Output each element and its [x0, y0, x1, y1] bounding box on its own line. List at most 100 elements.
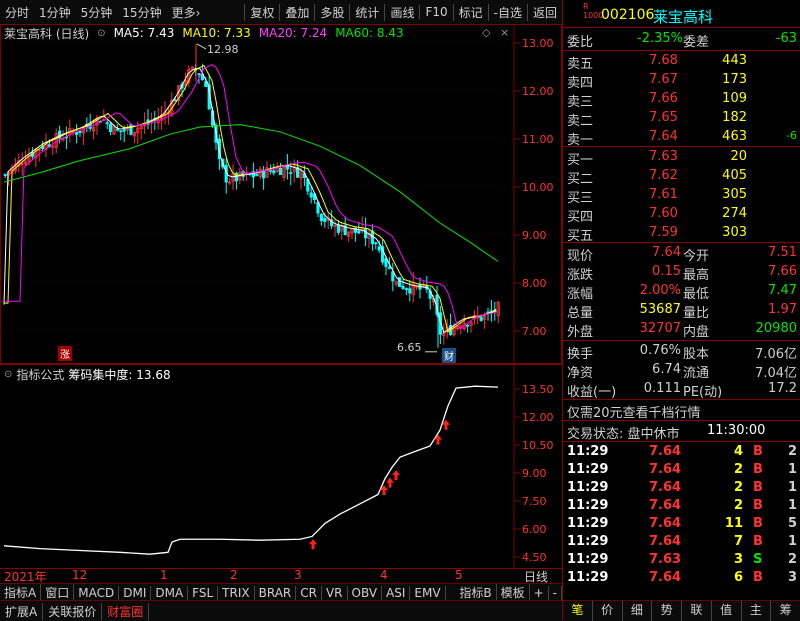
stock-name: 莱宝高科	[653, 8, 714, 26]
indicator-tab-4[interactable]: DMA	[151, 585, 189, 600]
candle-body	[289, 172, 293, 174]
period-tab-2[interactable]: 5分钟	[76, 4, 118, 21]
toolbar-button-7[interactable]: -自选	[487, 3, 527, 21]
candles	[3, 63, 500, 345]
price-axis-label: 8.00	[522, 277, 547, 290]
toolbar-button-4[interactable]: 画线	[384, 3, 419, 21]
candlestick-chart[interactable]: 13.00 12.00 11.00 10.00 9.00 8.00 7.00	[0, 24, 562, 364]
zhang-badge: 涨	[58, 346, 72, 361]
panel-tab-6[interactable]: 主	[742, 601, 772, 621]
weicha-label: 委差	[683, 35, 710, 50]
panel-bottom-tabs: 笔价细势联值主筹	[563, 600, 800, 621]
panel-tab-2[interactable]: 细	[623, 601, 653, 621]
candle-body	[323, 217, 327, 222]
indicator-tab-1[interactable]: 窗口	[41, 584, 75, 601]
toolbar-button-0[interactable]: 复权	[244, 3, 279, 21]
indicator-tab-15[interactable]: +	[530, 585, 549, 600]
stat-label: 净资	[567, 366, 594, 381]
period-tab-1[interactable]: 1分钟	[34, 4, 76, 21]
candle-body	[119, 130, 123, 133]
tick-row-4: 11:29 7.64 11 B 5	[563, 515, 800, 534]
panel-tab-4[interactable]: 联	[682, 601, 712, 621]
sell-level-volume: 443	[722, 53, 747, 68]
panel-tab-7[interactable]: 筹	[771, 601, 800, 621]
sell-level-volume: 182	[722, 110, 747, 125]
buy-level-volume: 405	[722, 168, 747, 183]
price-axis-label: 7.00	[522, 325, 547, 338]
panel-tab-0[interactable]: 笔	[563, 601, 593, 621]
toolbar-button-8[interactable]: 返回	[526, 3, 562, 21]
period-tab-4[interactable]: 更多›	[167, 4, 206, 21]
candle-body	[255, 173, 259, 176]
toolbar-button-5[interactable]: F10	[419, 5, 452, 19]
tick-count: 3	[787, 570, 797, 585]
panel-tab-1[interactable]: 价	[593, 601, 623, 621]
tick-side: B	[753, 570, 763, 585]
stat-label: 股本	[683, 347, 710, 362]
candle-body	[397, 277, 402, 287]
indicator-tab-14[interactable]: 模板	[497, 584, 530, 601]
status-item-2[interactable]: 财富圈	[102, 602, 150, 620]
period-tab-0[interactable]: 分时	[0, 4, 34, 21]
status-item-1[interactable]: 关联报价	[43, 602, 103, 620]
indicator-tab-16[interactable]: -	[549, 585, 562, 600]
buy-level-price: 7.62	[649, 168, 678, 183]
chip-concentration-chart[interactable]: 13.50 12.00 10.50 9.00 7.50 6.00 4.50	[0, 364, 562, 568]
stat-row-2: 收益(一) 0.111 PE(动) 17.2	[563, 380, 800, 400]
buy-level-label: 买一	[567, 153, 594, 168]
tick-price: 7.64	[649, 498, 682, 513]
toolbar-button-6[interactable]: 标记	[452, 3, 488, 21]
stat-label: PE(动)	[683, 385, 723, 400]
buy-signal-arrow	[434, 434, 442, 445]
indicator-tab-13[interactable]: 指标B	[455, 584, 497, 601]
tick-side: B	[753, 444, 763, 459]
toolbar-button-3[interactable]: 统计	[349, 3, 384, 21]
stat-value: 7.06亿	[755, 347, 797, 362]
panel-tab-5[interactable]: 值	[712, 601, 742, 621]
sell-level-volume: 109	[722, 91, 747, 106]
buy-level-4: 买五 7.59 303	[563, 224, 800, 244]
buy-level-volume: 303	[722, 225, 747, 240]
indicator-tab-3[interactable]: DMI	[119, 585, 152, 600]
ma5-line	[3, 67, 497, 334]
quote-label: 量比	[683, 306, 710, 321]
indicator-tab-10[interactable]: OBV	[348, 585, 383, 600]
indicator-tab-12[interactable]: EMV	[410, 585, 446, 600]
tick-volume: 6	[733, 570, 743, 585]
tick-time: 11:29	[567, 498, 609, 513]
candle-body	[404, 288, 409, 291]
candle-body	[387, 266, 392, 269]
buy-level-label: 买二	[567, 172, 594, 187]
trade-status-time: 11:30:00	[707, 423, 766, 438]
indicator-tab-9[interactable]: VR	[322, 585, 348, 600]
candle-body	[3, 174, 7, 176]
indicator-tab-8[interactable]: CR	[296, 585, 322, 600]
quote-value: 32707	[639, 321, 681, 336]
promo-row[interactable]: 仅需20元查看千档行情	[563, 401, 800, 421]
tick-time: 11:29	[567, 444, 609, 459]
indicator-tab-11[interactable]: ASI	[382, 585, 411, 600]
indicator-tab-7[interactable]: BRAR	[255, 585, 297, 600]
indicator-tab-0[interactable]: 指标A	[0, 584, 42, 601]
period-tab-3[interactable]: 15分钟	[117, 4, 166, 21]
tick-row-5: 11:29 7.64 7 B 1	[563, 533, 800, 552]
quote-label: 今开	[683, 249, 710, 264]
price-axis-label: 13.00	[522, 37, 554, 50]
stat-row-0: 换手 0.76% 股本 7.06亿	[563, 342, 800, 362]
quote-row-4: 外盘 32707 内盘 20980	[563, 320, 800, 340]
toolbar-button-2[interactable]: 多股	[314, 3, 349, 21]
candle-body	[204, 81, 208, 87]
indicator-tab-2[interactable]: MACD	[74, 585, 120, 600]
indicator-tab-6[interactable]: TRIX	[218, 585, 255, 600]
panel-tab-3[interactable]: 势	[652, 601, 682, 621]
sell-level-label: 卖二	[567, 114, 594, 129]
status-item-0[interactable]: 扩展A	[0, 602, 44, 620]
tick-count: 1	[787, 462, 797, 477]
indicator-tab-5[interactable]: FSL	[188, 585, 219, 600]
sell-level-price: 7.64	[649, 129, 678, 144]
sell-level-3: 卖二 7.65 182	[563, 109, 800, 129]
toolbar-button-1[interactable]: 叠加	[279, 3, 314, 21]
indicator-axis-label: 7.50	[522, 495, 547, 508]
candle-body	[75, 131, 79, 135]
promo-text[interactable]: 仅需20元查看千档行情	[567, 402, 701, 421]
